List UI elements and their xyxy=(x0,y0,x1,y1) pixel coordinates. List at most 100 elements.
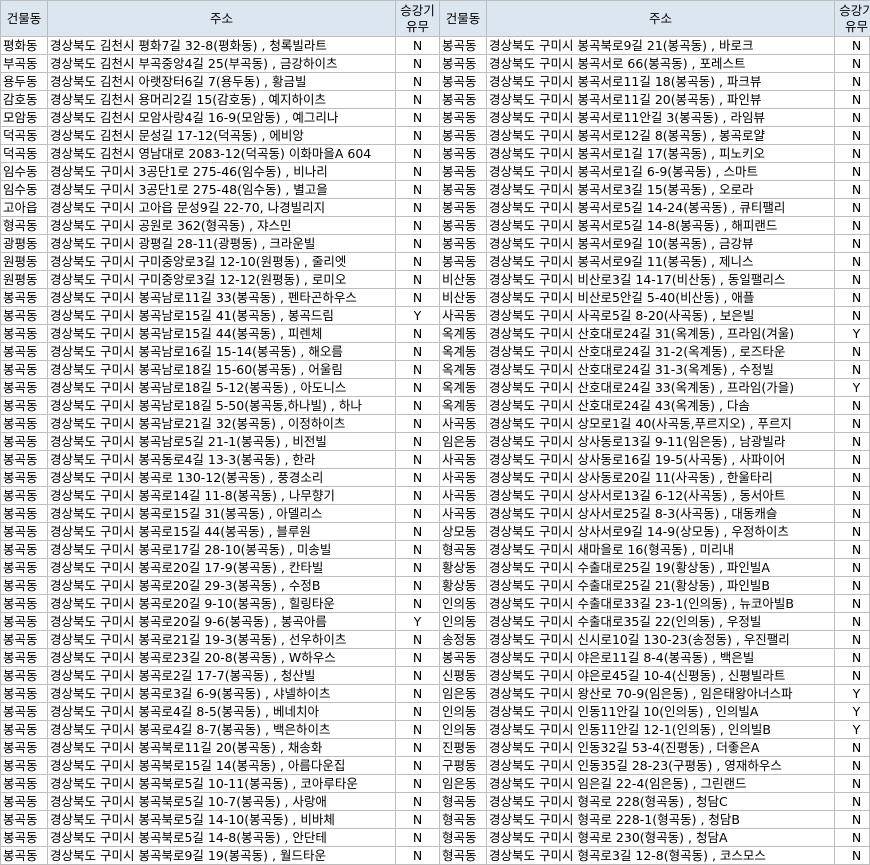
elevator-cell-right[interactable]: N xyxy=(834,504,870,523)
address-cell-right[interactable]: 경상북도 구미시 임은길 22-4(임은동) , 그린랜드 xyxy=(486,774,835,793)
address-cell-right[interactable]: 경상북도 구미시 새마을로 16(형곡동) , 미리내 xyxy=(486,540,835,559)
building-cell-right[interactable]: 봉곡동 xyxy=(439,72,487,91)
building-cell-left[interactable]: 용두동 xyxy=(0,72,48,91)
elevator-cell-left[interactable]: N xyxy=(395,738,440,757)
address-cell-right[interactable]: 경상북도 구미시 형곡로 228(형곡동) , 청담C xyxy=(486,792,835,811)
header-elevator-right[interactable]: 승강기유무 xyxy=(834,0,870,37)
elevator-cell-right[interactable]: N xyxy=(834,432,870,451)
elevator-cell-right[interactable]: N xyxy=(834,414,870,433)
building-cell-right[interactable]: 비산동 xyxy=(439,270,487,289)
elevator-cell-right[interactable]: N xyxy=(834,450,870,469)
building-cell-right[interactable]: 봉곡동 xyxy=(439,234,487,253)
address-cell-left[interactable]: 경상북도 구미시 봉곡남로5길 21-1(봉곡동) , 비전빌 xyxy=(47,432,396,451)
elevator-cell-left[interactable]: Y xyxy=(395,306,440,325)
address-cell-left[interactable]: 경상북도 김천시 부곡중앙4길 25(부곡동) , 금강하이츠 xyxy=(47,54,396,73)
elevator-cell-right[interactable]: N xyxy=(834,216,870,235)
address-cell-left[interactable]: 경상북도 구미시 봉곡북로11길 20(봉곡동) , 채송화 xyxy=(47,738,396,757)
elevator-cell-right[interactable]: N xyxy=(834,36,870,55)
header-address-right[interactable]: 주소 xyxy=(486,0,835,37)
elevator-cell-left[interactable]: N xyxy=(395,702,440,721)
building-cell-right[interactable]: 사곡동 xyxy=(439,414,487,433)
address-cell-right[interactable]: 경상북도 구미시 봉곡서로11길 18(봉곡동) , 파크뷰 xyxy=(486,72,835,91)
address-cell-right[interactable]: 경상북도 구미시 상사동로20길 11(사곡동) , 한울타리 xyxy=(486,468,835,487)
address-cell-left[interactable]: 경상북도 구미시 봉곡북로15길 14(봉곡동) , 아름다운집 xyxy=(47,756,396,775)
elevator-cell-right[interactable]: Y xyxy=(834,324,870,343)
building-cell-left[interactable]: 봉곡동 xyxy=(0,756,48,775)
elevator-cell-left[interactable]: N xyxy=(395,270,440,289)
elevator-cell-left[interactable]: N xyxy=(395,90,440,109)
building-cell-left[interactable]: 봉곡동 xyxy=(0,648,48,667)
elevator-cell-left[interactable]: N xyxy=(395,36,440,55)
building-cell-right[interactable]: 황상동 xyxy=(439,576,487,595)
address-cell-left[interactable]: 경상북도 김천시 영남대로 2083-12(덕곡동) 이화마을A 604 xyxy=(47,144,396,163)
elevator-cell-left[interactable]: N xyxy=(395,522,440,541)
building-cell-left[interactable]: 봉곡동 xyxy=(0,702,48,721)
building-cell-right[interactable]: 사곡동 xyxy=(439,468,487,487)
elevator-cell-right[interactable]: N xyxy=(834,666,870,685)
address-cell-left[interactable]: 경상북도 구미시 봉곡로 130-12(봉곡동) , 풍경소리 xyxy=(47,468,396,487)
building-cell-left[interactable]: 고아읍 xyxy=(0,198,48,217)
building-cell-left[interactable]: 평화동 xyxy=(0,36,48,55)
address-cell-right[interactable]: 경상북도 구미시 봉곡서로3길 15(봉곡동) , 오로라 xyxy=(486,180,835,199)
building-cell-right[interactable]: 상모동 xyxy=(439,522,487,541)
address-cell-left[interactable]: 경상북도 구미시 봉곡로20길 29-3(봉곡동) , 수정B xyxy=(47,576,396,595)
address-cell-left[interactable]: 경상북도 구미시 봉곡북로5길 10-11(봉곡동) , 코아루타운 xyxy=(47,774,396,793)
address-cell-left[interactable]: 경상북도 구미시 봉곡로4길 8-5(봉곡동) , 베네치아 xyxy=(47,702,396,721)
address-cell-right[interactable]: 경상북도 구미시 상사서로9길 14-9(상모동) , 우정하이츠 xyxy=(486,522,835,541)
address-cell-right[interactable]: 경상북도 구미시 상사동로13길 9-11(임은동) , 남광빌라 xyxy=(486,432,835,451)
building-cell-right[interactable]: 옥계동 xyxy=(439,342,487,361)
building-cell-left[interactable]: 봉곡동 xyxy=(0,774,48,793)
address-cell-right[interactable]: 경상북도 구미시 사곡로5길 8-20(사곡동) , 보은빌 xyxy=(486,306,835,325)
building-cell-right[interactable]: 인의동 xyxy=(439,702,487,721)
address-cell-left[interactable]: 경상북도 구미시 봉곡남로18길 5-50(봉곡동,하나빌) , 하나 xyxy=(47,396,396,415)
elevator-cell-right[interactable]: N xyxy=(834,252,870,271)
elevator-cell-right[interactable]: N xyxy=(834,738,870,757)
address-cell-left[interactable]: 경상북도 구미시 고아읍 문성9길 22-70, 나경빌리지 xyxy=(47,198,396,217)
building-cell-left[interactable]: 덕곡동 xyxy=(0,144,48,163)
address-cell-right[interactable]: 경상북도 구미시 왕산로 70-9(임은동) , 임은태왕아너스파 xyxy=(486,684,835,703)
elevator-cell-right[interactable]: N xyxy=(834,846,870,865)
elevator-cell-left[interactable]: N xyxy=(395,324,440,343)
address-cell-left[interactable]: 경상북도 구미시 봉곡남로11길 33(봉곡동) , 펜타곤하우스 xyxy=(47,288,396,307)
elevator-cell-right[interactable]: N xyxy=(834,144,870,163)
building-cell-left[interactable]: 봉곡동 xyxy=(0,378,48,397)
elevator-cell-right[interactable]: Y xyxy=(834,378,870,397)
building-cell-left[interactable]: 봉곡동 xyxy=(0,414,48,433)
elevator-cell-left[interactable]: N xyxy=(395,234,440,253)
address-cell-right[interactable]: 경상북도 구미시 봉곡서로5길 14-8(봉곡동) , 해피랜드 xyxy=(486,216,835,235)
building-cell-right[interactable]: 봉곡동 xyxy=(439,126,487,145)
building-cell-left[interactable]: 봉곡동 xyxy=(0,396,48,415)
building-cell-right[interactable]: 옥계동 xyxy=(439,378,487,397)
building-cell-left[interactable]: 봉곡동 xyxy=(0,342,48,361)
elevator-cell-left[interactable]: N xyxy=(395,540,440,559)
address-cell-right[interactable]: 경상북도 구미시 봉곡서로11안길 3(봉곡동) , 라임뷰 xyxy=(486,108,835,127)
building-cell-left[interactable]: 봉곡동 xyxy=(0,540,48,559)
building-cell-right[interactable]: 구평동 xyxy=(439,756,487,775)
elevator-cell-right[interactable]: N xyxy=(834,306,870,325)
elevator-cell-left[interactable]: N xyxy=(395,342,440,361)
building-cell-left[interactable]: 봉곡동 xyxy=(0,810,48,829)
building-cell-left[interactable]: 덕곡동 xyxy=(0,126,48,145)
building-cell-right[interactable]: 형곡동 xyxy=(439,846,487,865)
address-cell-right[interactable]: 경상북도 구미시 산호대로24길 31-2(옥계동) , 로즈타운 xyxy=(486,342,835,361)
elevator-cell-right[interactable]: N xyxy=(834,810,870,829)
elevator-cell-left[interactable]: N xyxy=(395,180,440,199)
elevator-cell-right[interactable]: N xyxy=(834,180,870,199)
building-cell-left[interactable]: 봉곡동 xyxy=(0,522,48,541)
address-cell-right[interactable]: 경상북도 구미시 산호대로24길 31-3(옥계동) , 수정빌 xyxy=(486,360,835,379)
building-cell-left[interactable]: 봉곡동 xyxy=(0,324,48,343)
elevator-cell-left[interactable]: N xyxy=(395,810,440,829)
elevator-cell-right[interactable]: N xyxy=(834,612,870,631)
elevator-cell-left[interactable]: N xyxy=(395,414,440,433)
building-cell-left[interactable]: 봉곡동 xyxy=(0,558,48,577)
address-cell-left[interactable]: 경상북도 구미시 봉곡로3길 6-9(봉곡동) , 샤넬하이츠 xyxy=(47,684,396,703)
elevator-cell-left[interactable]: N xyxy=(395,846,440,865)
building-cell-left[interactable]: 부곡동 xyxy=(0,54,48,73)
address-cell-right[interactable]: 경상북도 구미시 봉곡서로11길 20(봉곡동) , 파인뷰 xyxy=(486,90,835,109)
building-cell-right[interactable]: 송정동 xyxy=(439,630,487,649)
address-cell-left[interactable]: 경상북도 구미시 봉곡남로21길 32(봉곡동) , 이정하이츠 xyxy=(47,414,396,433)
building-cell-left[interactable]: 봉곡동 xyxy=(0,576,48,595)
building-cell-left[interactable]: 모암동 xyxy=(0,108,48,127)
building-cell-left[interactable]: 형곡동 xyxy=(0,216,48,235)
address-cell-left[interactable]: 경상북도 구미시 봉곡로15길 44(봉곡동) , 블루원 xyxy=(47,522,396,541)
